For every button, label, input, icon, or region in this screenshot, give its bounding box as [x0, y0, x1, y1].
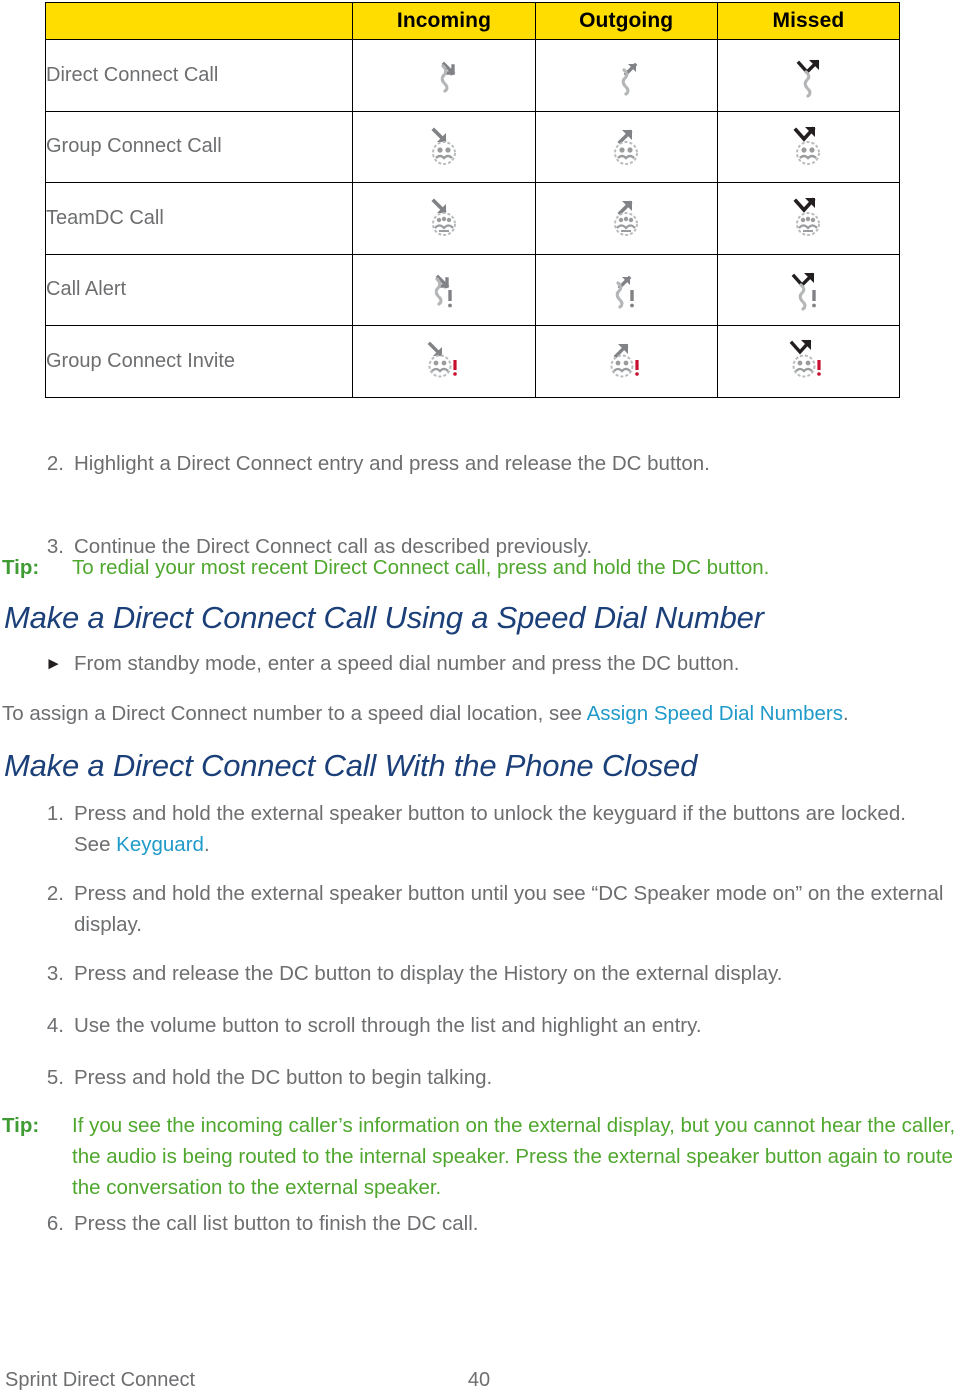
- alert-missed-icon: [778, 262, 838, 314]
- list-item: 6. Press the call list button to finish …: [38, 1208, 938, 1239]
- list-item-text: Press and hold the external speaker butt…: [74, 882, 944, 936]
- alert-missed-cell: [716, 253, 901, 326]
- table-row: Group Connect Invite: [44, 325, 901, 398]
- list-item-text: Highlight a Direct Connect entry and pre…: [74, 452, 710, 475]
- list-item: 2. Press and hold the external speaker b…: [38, 878, 958, 940]
- section-heading-speed-dial: Make a Direct Connect Call Using a Speed…: [4, 600, 764, 635]
- list-item: 5. Press and hold the DC button to begin…: [38, 1062, 938, 1093]
- triangle-bullet-icon: ►: [45, 654, 62, 673]
- list-item-number: 4.: [46, 1014, 64, 1037]
- step-text-after: .: [203, 833, 210, 856]
- invite-missed-icon: [778, 333, 838, 385]
- invite-missed-cell: [716, 325, 901, 398]
- teamdc-outgoing-cell: [534, 182, 718, 255]
- tip-text: If you see the incoming caller’s informa…: [72, 1114, 956, 1199]
- bullet-list-item: ► From standby mode, enter a speed dial …: [38, 648, 918, 679]
- tip-text: To redial your most recent Direct Connec…: [72, 556, 770, 579]
- group-incoming-icon: [414, 119, 474, 171]
- list-item: 3. Press and release the DC button to di…: [38, 958, 938, 989]
- teamdc-outgoing-icon: [596, 190, 656, 242]
- invite-incoming-cell: [352, 325, 536, 398]
- group-missed-icon: [778, 119, 838, 171]
- link-keyguard[interactable]: Keyguard: [116, 833, 204, 856]
- list-item-number: 1.: [46, 802, 64, 825]
- teamdc-incoming-cell: [352, 182, 536, 255]
- list-item-number: 5.: [46, 1066, 64, 1089]
- list-item: 4. Use the volume button to scroll throu…: [38, 1010, 938, 1041]
- teamdc-missed-cell: [716, 182, 901, 255]
- tip-block-1: Tip: To redial your most recent Direct C…: [0, 552, 958, 583]
- page-footer: Sprint Direct Connect 40: [0, 1369, 958, 1399]
- group-incoming-cell: [352, 110, 536, 183]
- row-label: Group Connect Invite: [44, 325, 354, 398]
- tip-label: Tip:: [2, 1114, 40, 1137]
- list-item-number: 2.: [46, 452, 64, 475]
- section-heading-phone-closed: Make a Direct Connect Call With the Phon…: [4, 748, 698, 783]
- paragraph-assign-speed-dial: To assign a Direct Connect number to a s…: [2, 698, 952, 729]
- list-item-text: Use the volume button to scroll through …: [74, 1014, 702, 1037]
- list-item-number: 3.: [46, 962, 64, 985]
- table-row: Group Connect Call: [44, 110, 901, 183]
- footer-page-number: 40: [467, 1369, 491, 1391]
- list-item-text: Press and release the DC button to displ…: [74, 962, 783, 985]
- alert-incoming-cell: [352, 253, 536, 326]
- invite-outgoing-icon: [596, 333, 656, 385]
- teamdc-missed-icon: [778, 190, 838, 242]
- row-label: Group Connect Call: [44, 110, 354, 183]
- bullet-item-text: From standby mode, enter a speed dial nu…: [74, 652, 740, 675]
- row-label: Call Alert: [44, 253, 354, 326]
- list-item-text: Press and hold the DC button to begin ta…: [74, 1066, 493, 1089]
- list-item-text: Press and hold the external speaker butt…: [74, 798, 923, 860]
- list-item-text: Press the call list button to finish the…: [74, 1212, 479, 1235]
- row-label: TeamDC Call: [44, 182, 354, 255]
- invite-incoming-icon: [414, 333, 474, 385]
- group-outgoing-cell: [534, 110, 718, 183]
- alert-outgoing-cell: [534, 253, 718, 326]
- list-item-number: 2.: [46, 882, 64, 905]
- group-missed-cell: [716, 110, 901, 183]
- list-item: 1. Press and hold the external speaker b…: [38, 798, 923, 860]
- tip-block-2: Tip: If you see the incoming caller’s in…: [0, 1110, 958, 1203]
- teamdc-incoming-icon: [414, 190, 474, 242]
- alert-outgoing-icon: [596, 262, 656, 314]
- invite-outgoing-cell: [534, 325, 718, 398]
- table-row: TeamDC Call: [44, 182, 901, 255]
- group-outgoing-icon: [596, 119, 656, 171]
- tip-label: Tip:: [2, 556, 40, 579]
- list-item-number: 6.: [46, 1212, 64, 1235]
- document-body: 2. Highlight a Direct Connect entry and …: [0, 0, 958, 1235]
- paragraph-text-before: To assign a Direct Connect number to a s…: [2, 702, 587, 725]
- table-row: Call Alert: [44, 253, 901, 326]
- list-item: 2. Highlight a Direct Connect entry and …: [38, 448, 918, 479]
- paragraph-text-after: .: [842, 702, 849, 725]
- link-assign-speed-dial-numbers[interactable]: Assign Speed Dial Numbers: [587, 702, 843, 725]
- alert-incoming-icon: [414, 262, 474, 314]
